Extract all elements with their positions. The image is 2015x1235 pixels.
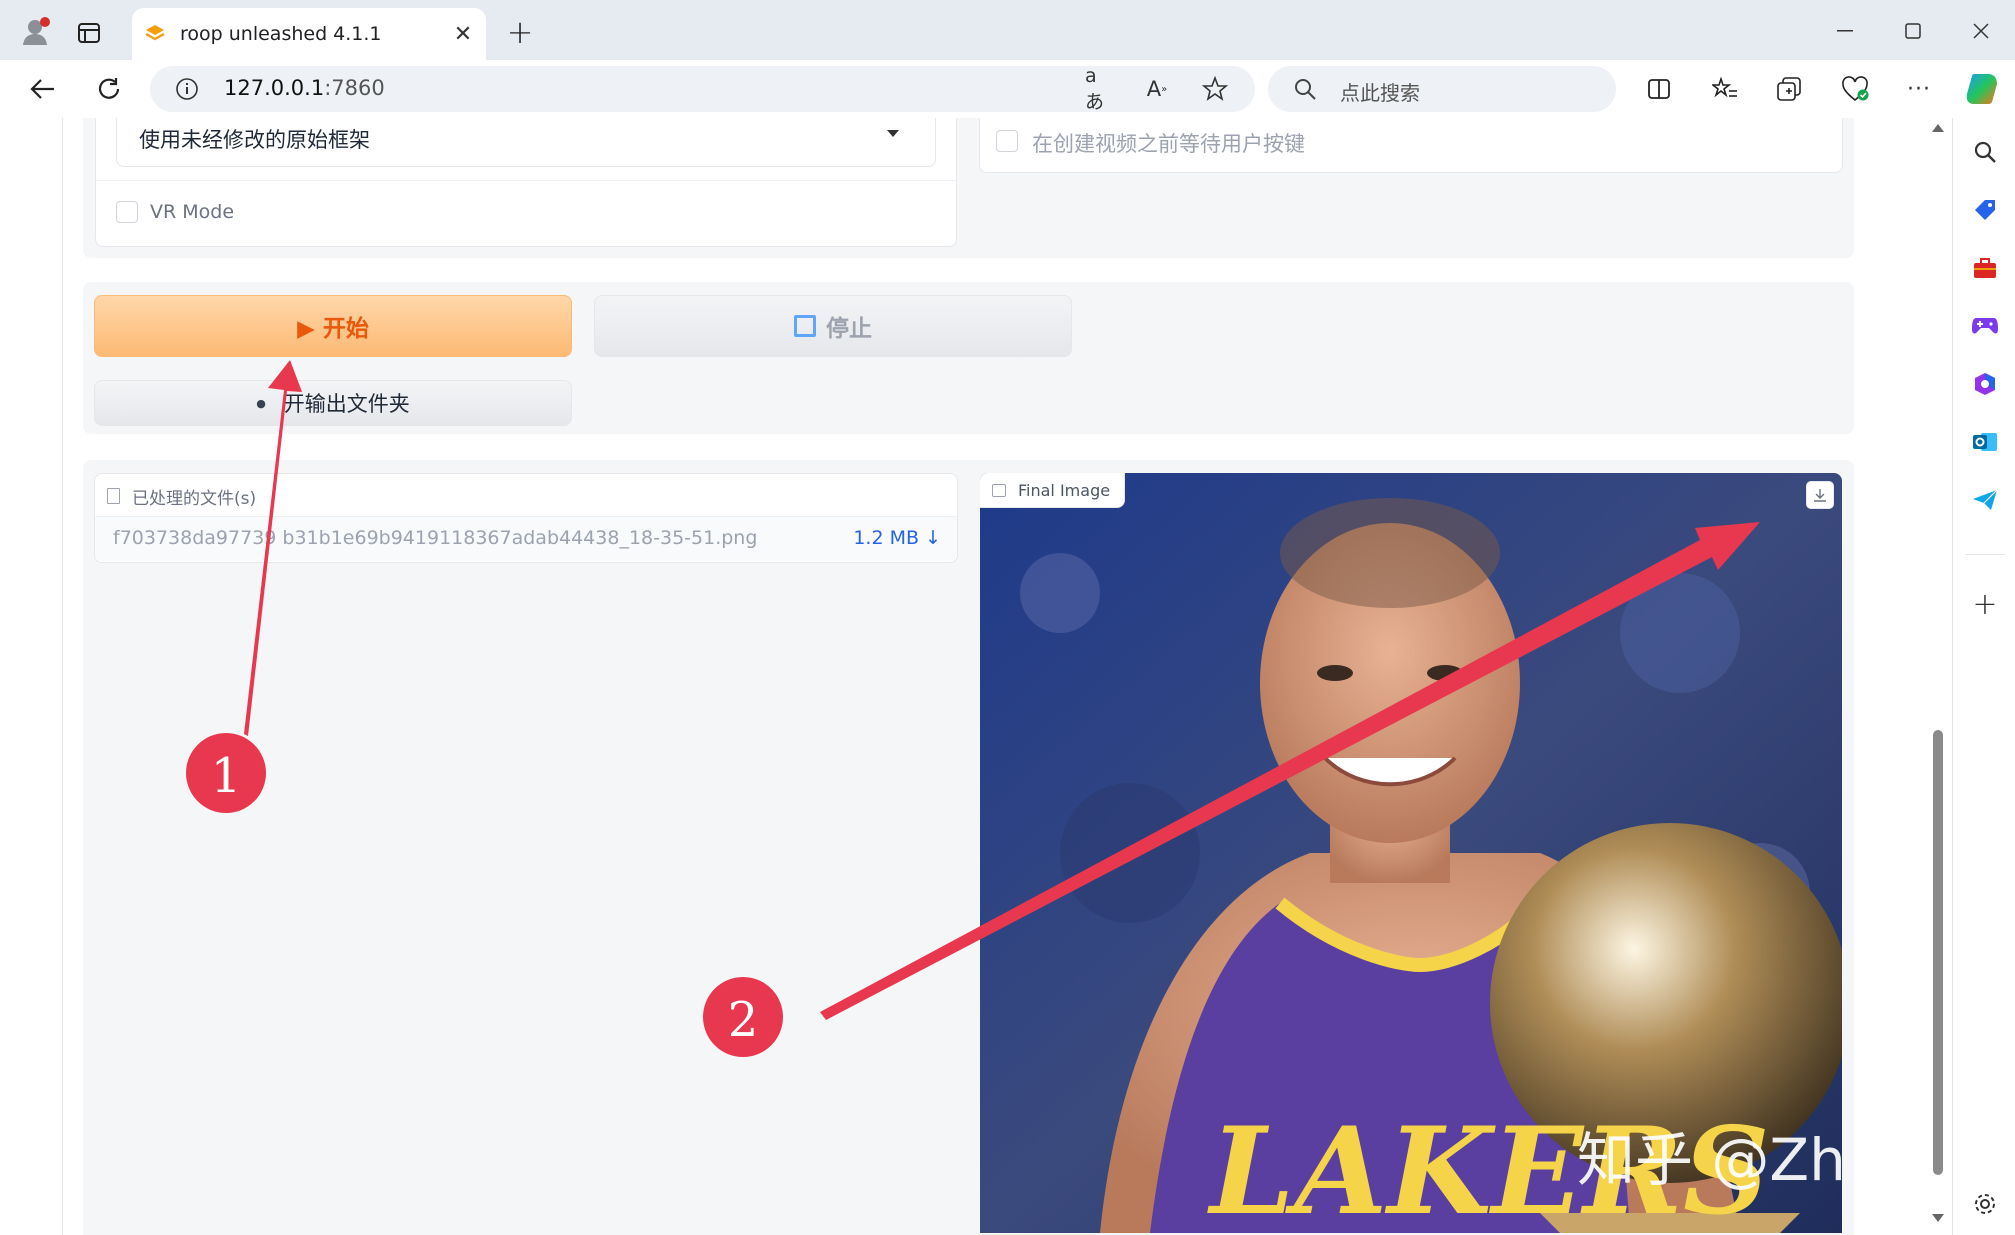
- edge-sidebar: +: [1952, 118, 2015, 1235]
- scroll-down-icon[interactable]: [1932, 1214, 1944, 1222]
- page-scrollbar[interactable]: [1924, 118, 1952, 1235]
- annotation-overlay: 1 2: [186, 360, 1760, 1057]
- sidebar-search-icon[interactable]: [1969, 136, 2001, 168]
- sidebar-settings-icon[interactable]: [1969, 1188, 2001, 1220]
- marker-1-label: 1: [211, 748, 242, 804]
- sidebar-tools-icon[interactable]: [1969, 252, 2001, 284]
- arrow-2-icon: [820, 522, 1760, 1020]
- marker-2-label: 2: [728, 992, 759, 1048]
- sidebar-games-icon[interactable]: [1969, 310, 2001, 342]
- sidebar-add-icon[interactable]: +: [1969, 587, 2001, 622]
- sidebar-office-icon[interactable]: [1969, 368, 2001, 400]
- sidebar-shopping-tag-icon[interactable]: [1969, 194, 2001, 226]
- arrow-1-icon: [244, 360, 302, 736]
- sidebar-divider: [1965, 554, 2005, 555]
- sidebar-outlook-icon[interactable]: [1969, 426, 2001, 458]
- sidebar-send-icon[interactable]: [1969, 484, 2001, 516]
- scroll-thumb[interactable]: [1933, 730, 1943, 1175]
- scroll-up-icon[interactable]: [1932, 124, 1944, 132]
